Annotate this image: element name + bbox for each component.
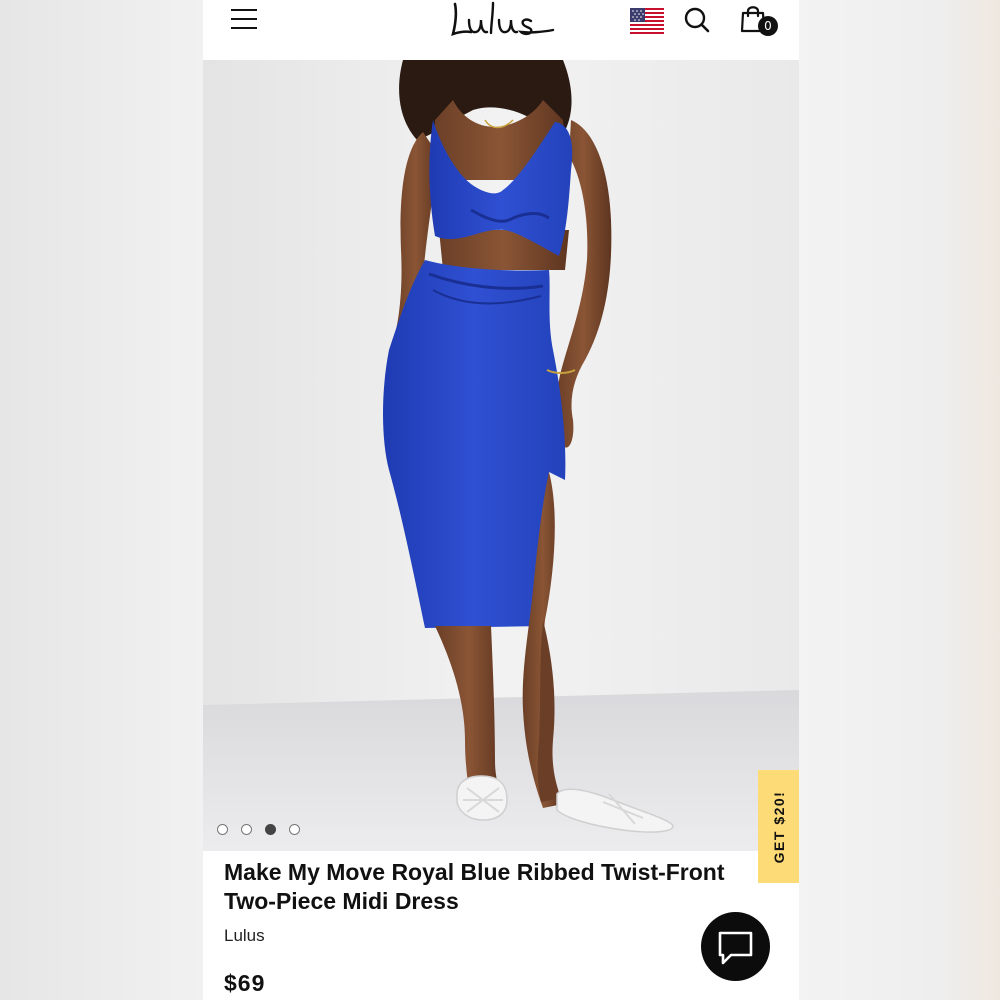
shopping-bag-button[interactable]: 0 <box>740 2 780 38</box>
phone-screen: 0 GET $20! Make My Move Royal Blue Ribbe… <box>203 0 799 1000</box>
carousel-dot-active[interactable] <box>265 824 276 835</box>
product-brand-link[interactable]: Lulus <box>224 926 265 946</box>
product-title: Make My Move Royal Blue Ribbed Twist-Fro… <box>224 858 799 916</box>
product-price: $69 <box>224 970 266 996</box>
product-title-line1: Make My Move Royal Blue Ribbed Twist-Fro… <box>224 859 725 885</box>
lulus-logo[interactable] <box>447 0 555 40</box>
site-header: 0 <box>203 0 799 60</box>
carousel-dot[interactable] <box>217 824 228 835</box>
promo-label: GET $20! <box>770 790 787 863</box>
backdrop-left <box>0 0 203 1000</box>
product-photo <box>203 60 799 851</box>
cart-count-badge: 0 <box>758 16 778 36</box>
chat-button[interactable] <box>701 912 770 981</box>
search-icon[interactable] <box>683 6 711 34</box>
product-image[interactable] <box>203 60 799 851</box>
backdrop-right <box>799 0 1000 1000</box>
us-flag-icon[interactable] <box>630 8 664 34</box>
carousel-dots <box>217 824 300 836</box>
carousel-dot[interactable] <box>289 824 300 835</box>
hamburger-menu-icon[interactable] <box>231 9 257 29</box>
chat-bubble-icon <box>718 931 753 965</box>
carousel-dot[interactable] <box>241 824 252 835</box>
